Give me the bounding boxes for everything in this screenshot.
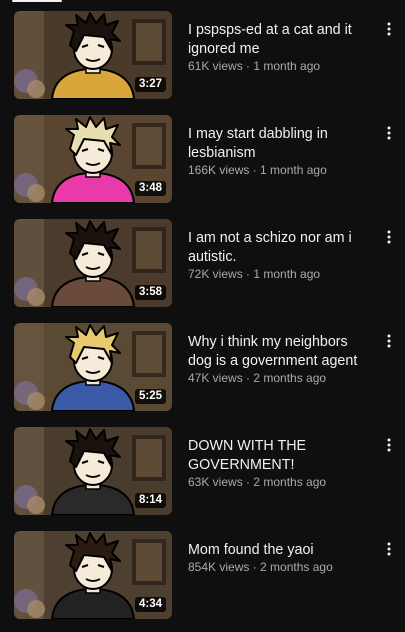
duration-badge: 8:14 (134, 493, 166, 508)
more-vert-icon (387, 542, 391, 556)
video-item[interactable]: 8:14 DOWN WITH THE GOVERNMENT! 63K views… (0, 427, 405, 525)
video-stats: 47K views · 2 months ago (188, 371, 327, 385)
video-item[interactable]: 3:27 I pspsps-ed at a cat and it ignored… (0, 11, 405, 109)
tab-indicator (12, 0, 62, 2)
video-title[interactable]: Why i think my neighbors dog is a govern… (188, 333, 373, 371)
video-meta: I am not a schizo nor am i autistic. 72K… (188, 229, 373, 282)
video-thumbnail[interactable]: 4:34 (14, 531, 172, 619)
video-meta: I pspsps-ed at a cat and it ignored me 6… (188, 21, 373, 74)
video-stats: 166K views · 1 month ago (188, 163, 327, 177)
video-meta: Mom found the yaoi 854K views · 2 months… (188, 541, 373, 575)
more-options-button[interactable] (379, 225, 399, 249)
video-title[interactable]: I pspsps-ed at a cat and it ignored me (188, 21, 373, 59)
video-thumbnail[interactable]: 3:27 (14, 11, 172, 99)
duration-badge: 5:25 (134, 389, 166, 404)
video-meta: DOWN WITH THE GOVERNMENT! 63K views · 2 … (188, 437, 373, 490)
more-vert-icon (387, 334, 391, 348)
duration-badge: 3:58 (134, 285, 166, 300)
video-item[interactable]: 5:25 Why i think my neighbors dog is a g… (0, 323, 405, 421)
video-title[interactable]: I may start dabbling in lesbianism (188, 125, 373, 163)
video-stats: 854K views · 2 months ago (188, 560, 333, 574)
video-stats: 63K views · 2 months ago (188, 475, 327, 489)
video-title[interactable]: I am not a schizo nor am i autistic. (188, 229, 373, 267)
video-meta: I may start dabbling in lesbianism 166K … (188, 125, 373, 178)
video-title[interactable]: DOWN WITH THE GOVERNMENT! (188, 437, 373, 475)
video-thumbnail[interactable]: 8:14 (14, 427, 172, 515)
more-options-button[interactable] (379, 329, 399, 353)
duration-badge: 3:48 (134, 181, 166, 196)
more-vert-icon (387, 438, 391, 452)
video-thumbnail[interactable]: 3:48 (14, 115, 172, 203)
more-options-button[interactable] (379, 537, 399, 561)
more-options-button[interactable] (379, 433, 399, 457)
video-stats: 61K views · 1 month ago (188, 59, 321, 73)
video-item[interactable]: 3:48 I may start dabbling in lesbianism … (0, 115, 405, 213)
duration-badge: 4:34 (134, 597, 166, 612)
more-vert-icon (387, 22, 391, 36)
more-vert-icon (387, 126, 391, 140)
video-meta: Why i think my neighbors dog is a govern… (188, 333, 373, 386)
duration-badge: 3:27 (134, 77, 166, 92)
more-vert-icon (387, 230, 391, 244)
video-thumbnail[interactable]: 5:25 (14, 323, 172, 411)
video-thumbnail[interactable]: 3:58 (14, 219, 172, 307)
more-options-button[interactable] (379, 121, 399, 145)
more-options-button[interactable] (379, 17, 399, 41)
video-item[interactable]: 4:34 Mom found the yaoi 854K views · 2 m… (0, 531, 405, 629)
video-title[interactable]: Mom found the yaoi (188, 541, 373, 560)
video-item[interactable]: 3:58 I am not a schizo nor am i autistic… (0, 219, 405, 317)
video-stats: 72K views · 1 month ago (188, 267, 321, 281)
